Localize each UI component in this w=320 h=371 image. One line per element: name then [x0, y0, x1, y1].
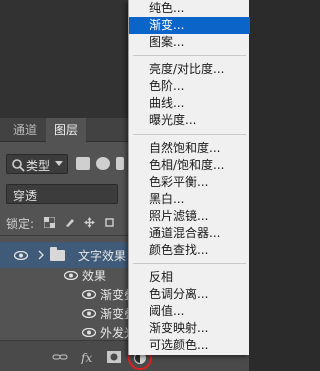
- menu-item-selective-color[interactable]: 可选颜色...: [129, 337, 250, 354]
- blend-mode-select[interactable]: 穿透: [6, 184, 118, 204]
- adjustment-menu: 纯色... 渐变... 图案... 亮度/对比度... 色阶... 曲线... …: [128, 0, 250, 355]
- menu-item-curves[interactable]: 曲线...: [129, 95, 250, 112]
- menu-item-pattern[interactable]: 图案...: [129, 34, 250, 51]
- lock-row: 锁定:: [6, 214, 126, 232]
- svg-text:fx: fx: [80, 351, 92, 364]
- adjustment-filter-icon[interactable]: [96, 157, 110, 170]
- layer-effects-label: 效果: [82, 269, 107, 283]
- menu-item-color-lookup[interactable]: 颜色查找...: [129, 242, 250, 259]
- lock-pixels-icon[interactable]: [64, 217, 75, 228]
- filter-label: 类型: [26, 159, 51, 173]
- chevron-down-icon: [55, 161, 63, 166]
- lock-label: 锁定:: [6, 217, 35, 231]
- menu-item-solid-color[interactable]: 纯色...: [129, 0, 250, 17]
- menu-item-invert[interactable]: 反相: [129, 269, 250, 286]
- menu-separator: [133, 134, 246, 135]
- layer-name-group: 文字效果: [78, 249, 127, 263]
- eye-icon[interactable]: [82, 328, 96, 337]
- menu-item-vibrance[interactable]: 自然饱和度...: [129, 140, 250, 157]
- layer-filter-select[interactable]: 类型: [6, 154, 68, 174]
- eye-icon[interactable]: [82, 290, 96, 299]
- menu-item-exposure[interactable]: 曝光度...: [129, 112, 250, 129]
- menu-item-levels[interactable]: 色阶...: [129, 78, 250, 95]
- eye-icon[interactable]: [82, 309, 96, 318]
- menu-item-hue-saturation[interactable]: 色相/饱和度...: [129, 157, 250, 174]
- mask-icon[interactable]: [106, 350, 122, 364]
- menu-item-posterize[interactable]: 色调分离...: [129, 286, 250, 303]
- chevron-right-icon[interactable]: [38, 250, 44, 260]
- folder-icon: [50, 247, 65, 261]
- menu-item-threshold[interactable]: 阈值...: [129, 303, 250, 320]
- menu-item-gradient-map[interactable]: 渐变映射...: [129, 320, 250, 337]
- link-icon[interactable]: [52, 350, 68, 364]
- pixel-filter-icon[interactable]: [76, 157, 90, 170]
- lock-position-icon[interactable]: [84, 217, 95, 228]
- menu-separator: [133, 263, 246, 264]
- tab-channels[interactable]: 通道: [8, 118, 42, 142]
- menu-item-photo-filter[interactable]: 照片滤镜...: [129, 208, 250, 225]
- blend-mode-label: 穿透: [13, 189, 38, 203]
- menu-separator: [133, 55, 246, 56]
- menu-item-color-balance[interactable]: 色彩平衡...: [129, 174, 250, 191]
- tab-layers[interactable]: 图层: [46, 118, 86, 142]
- eye-icon[interactable]: [14, 251, 28, 260]
- eye-icon[interactable]: [64, 271, 78, 280]
- menu-item-channel-mixer[interactable]: 通道混合器...: [129, 225, 250, 242]
- fx-icon[interactable]: fx: [80, 350, 96, 364]
- menu-item-brightness-contrast[interactable]: 亮度/对比度...: [129, 61, 250, 78]
- menu-item-black-white[interactable]: 黑白...: [129, 191, 250, 208]
- lock-transparent-icon[interactable]: [44, 217, 55, 228]
- type-filter-icon[interactable]: [116, 157, 124, 170]
- menu-item-gradient[interactable]: 渐变...: [129, 17, 250, 34]
- lock-artboard-icon[interactable]: [104, 217, 115, 228]
- search-icon: [12, 159, 25, 172]
